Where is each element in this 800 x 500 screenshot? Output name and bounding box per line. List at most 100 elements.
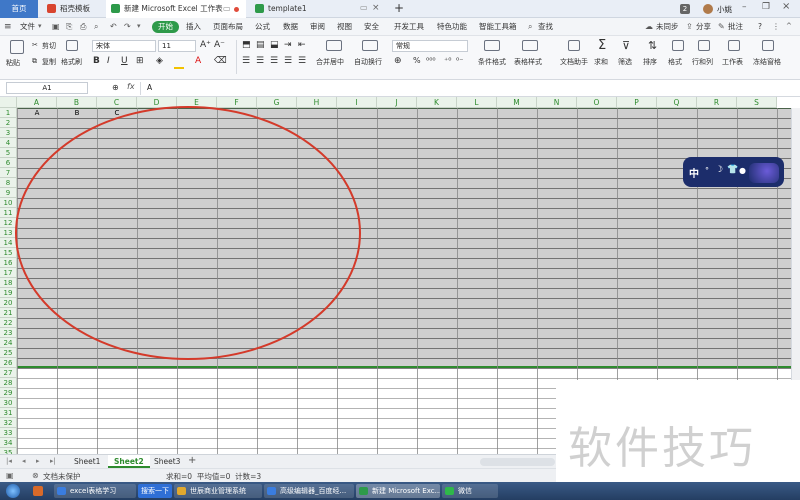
menu-page-layout[interactable]: 页面布局 (213, 18, 243, 36)
export-icon[interactable]: ⎘ (66, 22, 72, 32)
print-icon[interactable]: ⎙ (80, 22, 86, 32)
doc-assistant-icon[interactable] (568, 40, 580, 51)
more-icon[interactable]: ⋮ (772, 22, 780, 31)
sync-status[interactable]: 未同步 (656, 18, 679, 36)
menu-special[interactable]: 特色功能 (437, 18, 467, 36)
tab-docer-template[interactable]: 稻壳模板 (42, 0, 102, 18)
percent-icon[interactable]: % (413, 56, 421, 65)
align-center-icon[interactable]: ☰ (256, 56, 264, 66)
align-right-icon[interactable]: ☰ (270, 56, 278, 66)
outdent-icon[interactable]: ⇤ (298, 40, 306, 50)
merge-center-icon[interactable] (326, 40, 342, 51)
menu-security[interactable]: 安全 (364, 18, 379, 36)
menu-review[interactable]: 审阅 (310, 18, 325, 36)
name-box[interactable]: A1 (6, 82, 88, 94)
row-column-button[interactable]: 行和列 (692, 57, 713, 67)
save-icon[interactable]: ▣ (52, 22, 60, 31)
cell-c1[interactable]: C (97, 108, 137, 118)
copy-icon[interactable]: ⧉ (32, 57, 37, 66)
comment-button[interactable]: 批注 (728, 18, 743, 36)
format-painter-button[interactable]: 格式刷 (61, 57, 82, 67)
worksheet-icon[interactable] (728, 40, 740, 51)
tab-template1[interactable]: template1 (250, 0, 374, 18)
add-sheet-button[interactable]: + (188, 455, 196, 466)
cut-button[interactable]: 剪切 (42, 41, 56, 51)
format-painter-icon[interactable] (66, 40, 78, 51)
menu-data[interactable]: 数据 (283, 18, 298, 36)
punctuation-icon[interactable]: ° (705, 166, 709, 175)
horizontal-scrollbar[interactable] (480, 458, 555, 466)
underline-button[interactable]: U (121, 56, 128, 66)
help-button[interactable]: ? (758, 18, 762, 36)
conditional-format-icon[interactable] (484, 40, 500, 51)
menu-smart-toolbox[interactable]: 智能工具箱 (479, 18, 517, 36)
sum-button[interactable]: 求和 (594, 57, 608, 67)
menu-view[interactable]: 视图 (337, 18, 352, 36)
align-bottom-icon[interactable]: ⬓ (270, 40, 279, 50)
copy-button[interactable]: 复制 (42, 57, 56, 67)
clear-format-icon[interactable]: ⌫ (214, 56, 227, 66)
settings-dot-icon[interactable]: ● (739, 166, 746, 175)
font-grow-icon[interactable]: A⁺ (200, 40, 211, 50)
align-middle-icon[interactable]: ▤ (256, 40, 265, 50)
user-name[interactable]: 小姚 (717, 4, 732, 15)
filter-button[interactable]: 筛选 (618, 57, 632, 67)
align-left-icon[interactable]: ☰ (242, 56, 250, 66)
increase-decimal-icon[interactable]: ⁺⁰ (444, 56, 451, 65)
menu-file[interactable]: 文件 (20, 18, 35, 36)
task-baidu-editor[interactable]: 高级编辑器_百度经... (264, 484, 354, 498)
task-excel-learning[interactable]: excel表格学习 (54, 484, 136, 498)
task-excel-workbook[interactable]: 新建 Microsoft Exc... (356, 484, 440, 498)
ime-language[interactable]: 中 (689, 165, 699, 180)
close-tab-icon[interactable]: × (372, 3, 380, 13)
minimize-icon[interactable]: – (742, 2, 747, 12)
cell-a1[interactable]: A (17, 108, 57, 118)
freeze-panes-button[interactable]: 冻结窗格 (753, 57, 781, 67)
format-button[interactable]: 格式 (668, 57, 682, 67)
macro-icon[interactable]: ▣ (6, 471, 14, 480)
prev-sheet-icon[interactable]: ◂ (22, 457, 26, 465)
doc-assistant-button[interactable]: 文档助手 (560, 57, 588, 67)
italic-button[interactable]: I (107, 56, 110, 66)
avatar[interactable] (703, 4, 713, 14)
search-icon[interactable]: ⌕ (528, 22, 532, 32)
bold-button[interactable]: B (93, 56, 100, 66)
border-icon[interactable]: ⊞ (136, 56, 144, 66)
hamburger-icon[interactable]: ≡ (4, 22, 12, 32)
monitor-icon[interactable]: ▭ (360, 3, 368, 12)
align-top-icon[interactable]: ⬒ (242, 40, 251, 50)
font-size-select[interactable]: 11 (158, 40, 196, 52)
currency-icon[interactable]: ⊕ (394, 56, 402, 66)
worksheet-button[interactable]: 工作表 (722, 57, 743, 67)
search-button[interactable]: 查找 (538, 18, 553, 36)
ime-toolbar[interactable]: 中 ° ☽ 👕 ● (683, 157, 784, 187)
task-search[interactable]: 搜索一下 (138, 484, 172, 498)
fx-icon[interactable]: fx (127, 82, 135, 91)
freeze-panes-icon[interactable] (762, 40, 774, 51)
wrap-text-button[interactable]: 自动换行 (354, 57, 382, 67)
start-button[interactable] (6, 484, 20, 498)
sort-button[interactable]: 排序 (643, 57, 657, 67)
justify-icon[interactable]: ☰ (284, 56, 292, 66)
redo-icon[interactable]: ↷ (124, 22, 131, 31)
tab-start[interactable]: 开始 (152, 21, 179, 33)
sheet-tab-sheet1[interactable]: Sheet1 (68, 455, 106, 468)
conditional-format-button[interactable]: 条件格式 (478, 57, 506, 67)
cut-icon[interactable]: ✂ (32, 41, 38, 49)
tab-home[interactable]: 首页 (0, 0, 38, 18)
next-sheet-icon[interactable]: ▸ (36, 457, 40, 465)
distributed-icon[interactable]: ☰ (298, 56, 306, 66)
zoom-icon[interactable]: ⊕ (112, 83, 119, 92)
sheet-tab-sheet2[interactable]: Sheet2 (108, 455, 150, 468)
filter-icon[interactable]: ⊽ (622, 39, 630, 52)
decrease-decimal-icon[interactable]: ⁰⁻ (456, 56, 463, 65)
font-shrink-icon[interactable]: A⁻ (214, 40, 225, 50)
task-mall-system[interactable]: 世辰商业管理系统 (174, 484, 262, 498)
monitor-icon[interactable]: ▭ (223, 4, 231, 13)
last-sheet-icon[interactable]: ▸| (50, 457, 56, 465)
number-format-select[interactable]: 常规 (392, 40, 468, 52)
chevron-down-icon[interactable]: ▾ (137, 22, 141, 30)
collapse-ribbon-icon[interactable]: ^ (786, 22, 792, 30)
row-column-icon[interactable] (698, 40, 710, 51)
wrap-text-icon[interactable] (362, 40, 378, 51)
